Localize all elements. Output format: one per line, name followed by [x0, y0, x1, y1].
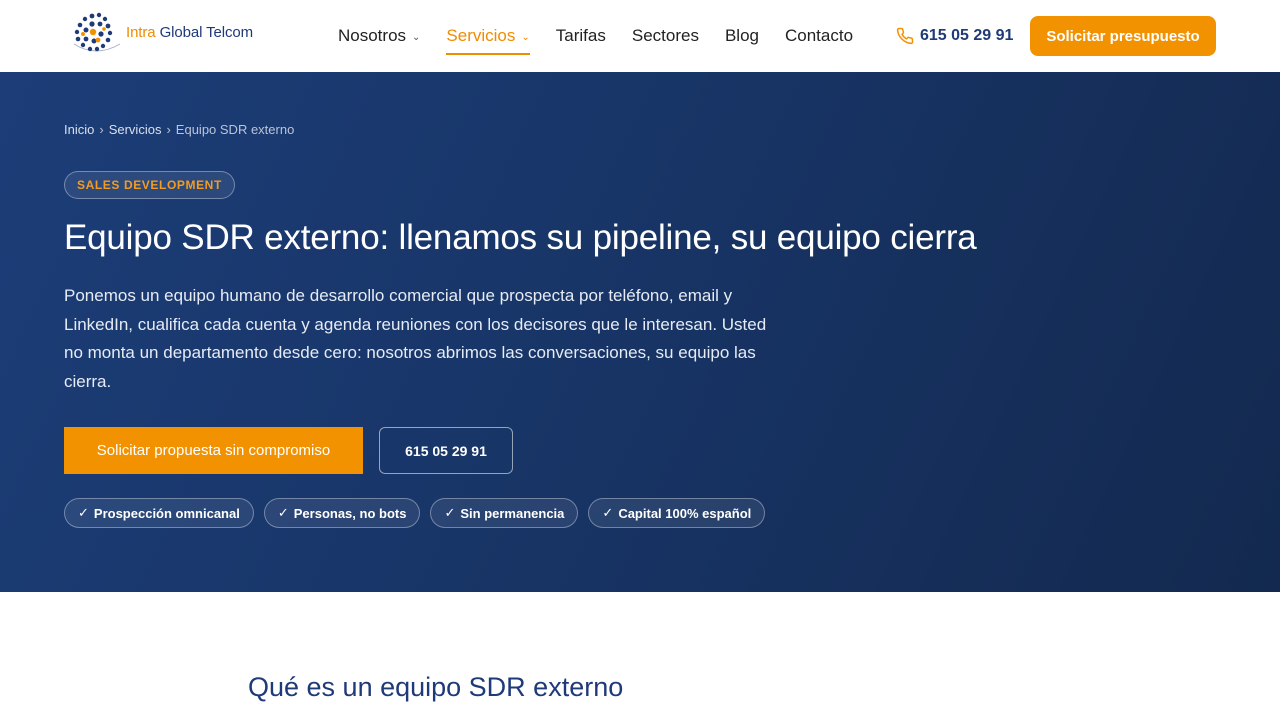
feature-pill-label: Personas, no bots [293, 505, 407, 521]
feature-pill: ✓ Capital 100% español [588, 498, 766, 528]
main-nav: Nosotros ⌄ Servicios ⌄ Tarifas Sectores … [338, 0, 879, 72]
feature-pill-label: Sin permanencia [460, 505, 565, 521]
request-quote-button[interactable]: Solicitar presupuesto [1030, 16, 1216, 56]
nav-item-label: Blog [724, 26, 759, 45]
nav-item-nosotros[interactable]: Nosotros ⌄ [338, 0, 420, 72]
call-phone-button[interactable]: 615 05 29 91 [379, 427, 513, 474]
nav-item-servicios[interactable]: Servicios ⌄ [446, 0, 531, 72]
nav-item-label: Sectores [631, 26, 699, 45]
check-icon: ✓ [78, 505, 89, 520]
phone-icon [896, 27, 914, 45]
header-phone-number: 615 05 29 91 [920, 27, 1014, 44]
breadcrumb: Inicio › Servicios › Equipo SDR externo [64, 122, 294, 137]
globe-logo-icon [73, 12, 121, 52]
hero-section: Inicio › Servicios › Equipo SDR externo SALE… [0, 72, 1280, 592]
nav-item-sectores[interactable]: Sectores [632, 0, 699, 72]
request-proposal-button[interactable]: Solicitar propuesta sin compromiso [64, 427, 363, 474]
nav-item-blog[interactable]: Blog [725, 0, 759, 72]
nav-item-label: Servicios [446, 26, 516, 45]
feature-pill: ✓ Sin permanencia [430, 498, 579, 528]
header-phone-link[interactable]: 615 05 29 91 [896, 0, 1013, 72]
logo-text: Intra Global Telcom [126, 23, 254, 41]
check-icon: ✓ [602, 505, 614, 520]
chevron-down-icon: ⌄ [412, 31, 421, 43]
breadcrumb-link-inicio[interactable]: Inicio [64, 122, 94, 137]
breadcrumb-separator: › [99, 122, 104, 137]
nav-item-label: Tarifas [555, 26, 606, 45]
check-icon: ✓ [277, 505, 289, 520]
section-title: Qué es un equipo SDR externo [248, 672, 624, 702]
feature-pill-label: Prospección omnicanal [93, 505, 240, 521]
breadcrumb-link-servicios[interactable]: Servicios [109, 122, 162, 137]
site-header: Intra Global Telcom Nosotros ⌄ Servicios… [0, 0, 1280, 72]
category-badge: SALES DEVELOPMENT [64, 171, 235, 199]
feature-pill-label: Capital 100% español [618, 505, 752, 521]
nav-item-tarifas[interactable]: Tarifas [556, 0, 606, 72]
logo[interactable]: Intra Global Telcom [70, 10, 270, 54]
nav-item-contacto[interactable]: Contacto [785, 0, 853, 72]
feature-pill: ✓ Prospección omnicanal [64, 498, 254, 528]
breadcrumb-separator: › [166, 122, 171, 137]
feature-pills: ✓ Prospección omnicanal ✓ Personas, no b… [64, 498, 775, 528]
nav-item-label: Contacto [784, 26, 854, 45]
check-icon: ✓ [444, 505, 456, 520]
page-title: Equipo SDR externo: llenamos su pipeline… [64, 218, 977, 257]
breadcrumb-current: Equipo SDR externo [175, 122, 295, 137]
chevron-down-icon: ⌄ [521, 31, 530, 43]
hero-description: Ponemos un equipo humano de desarrollo c… [64, 286, 767, 392]
nav-item-label: Nosotros [338, 26, 407, 45]
feature-pill: ✓ Personas, no bots [263, 498, 421, 528]
